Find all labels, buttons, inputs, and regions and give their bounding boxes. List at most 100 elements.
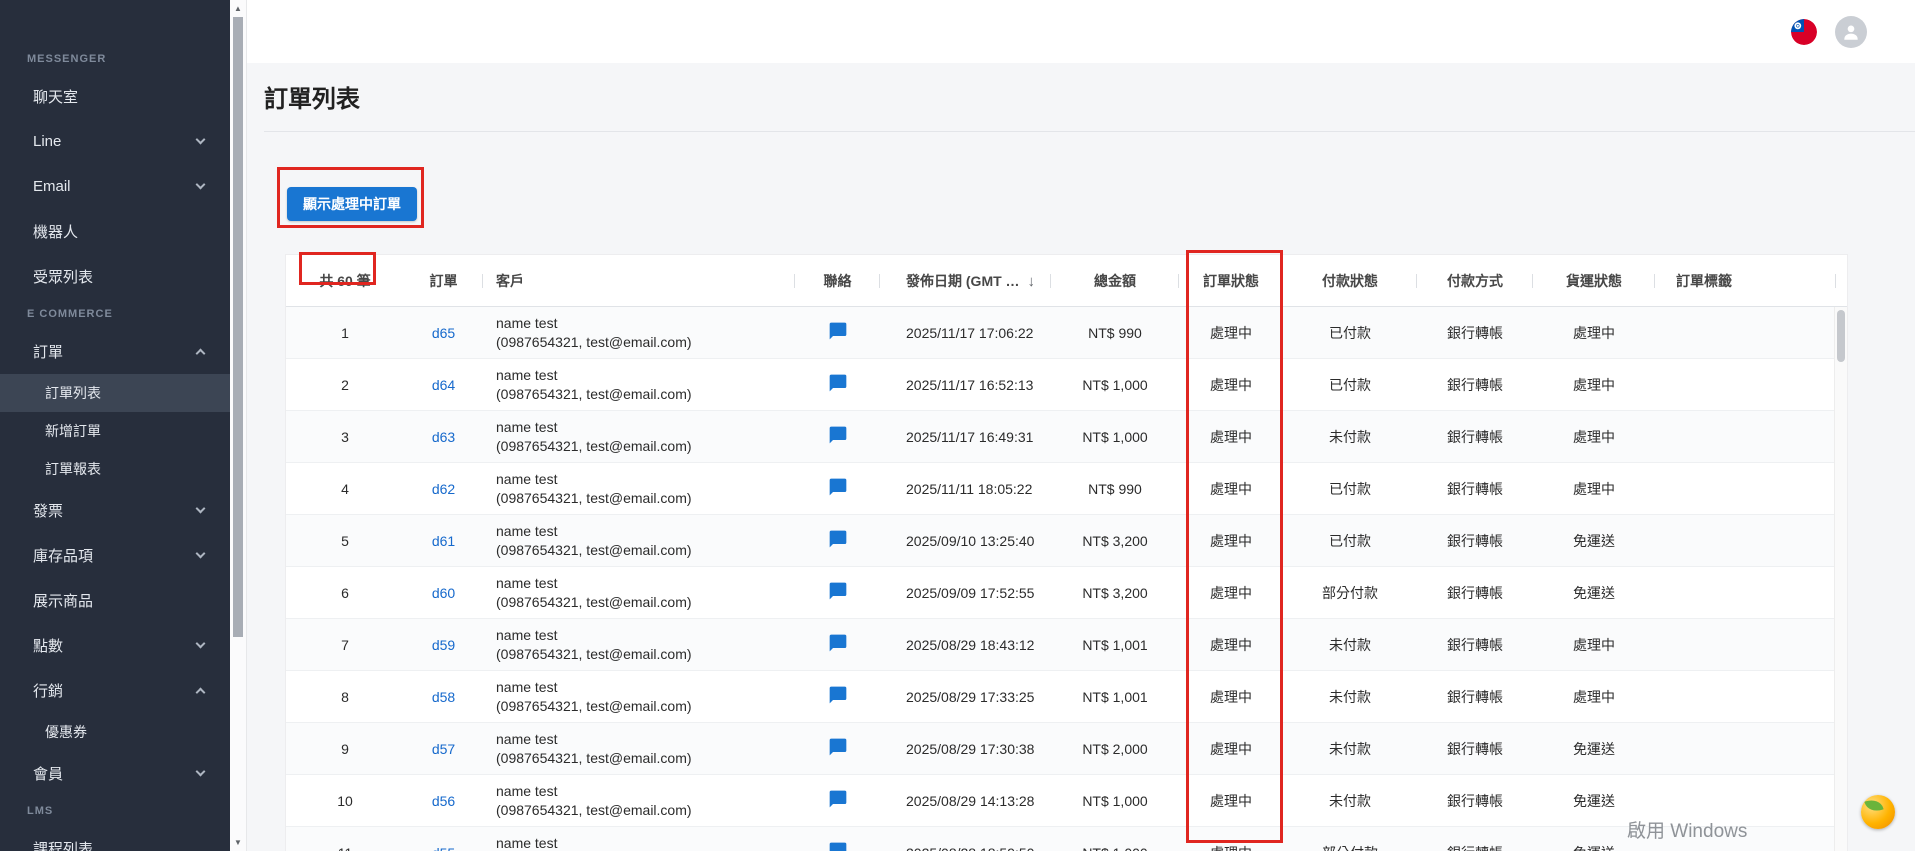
user-avatar-button[interactable] <box>1835 16 1867 48</box>
column-header-tags[interactable]: 訂單標籤 <box>1655 255 1836 307</box>
column-header-customer[interactable]: 客戶 <box>483 255 795 307</box>
customer-cell: name test (0987654321, test@email.com) <box>483 366 795 404</box>
sidebar-item-orders[interactable]: 訂單 <box>0 329 230 374</box>
order-link[interactable]: d56 <box>432 793 455 809</box>
payment-status-cell: 已付款 <box>1283 479 1417 499</box>
customer-contact: (0987654321, test@email.com) <box>496 541 795 560</box>
sidebar-item-members[interactable]: 會員 <box>0 751 230 796</box>
sidebar-item-order-list[interactable]: 訂單列表 <box>0 374 230 412</box>
sidebar-item-invoice[interactable]: 發票 <box>0 488 230 533</box>
table-row[interactable]: 7 d59 name test (0987654321, test@email.… <box>286 619 1847 671</box>
column-header-payment-status[interactable]: 付款狀態 <box>1283 255 1417 307</box>
chat-bubble-icon[interactable] <box>828 841 848 851</box>
chat-bubble-icon[interactable] <box>828 373 848 393</box>
customer-cell: name test (0987654321, test@email.com) <box>483 314 795 352</box>
column-header-date[interactable]: 發佈日期 (GMT … ↓ <box>880 255 1051 307</box>
customer-contact: (0987654321, test@email.com) <box>496 437 795 456</box>
order-status-cell: 處理中 <box>1179 479 1283 499</box>
date-cell: 2025/08/28 18:59:50 <box>880 845 1051 851</box>
order-link[interactable]: d61 <box>432 533 455 549</box>
contact-cell <box>795 321 880 344</box>
order-link[interactable]: d58 <box>432 689 455 705</box>
table-scrollbar[interactable] <box>1834 307 1847 851</box>
customer-name: name test <box>496 730 795 749</box>
table-row[interactable]: 9 d57 name test (0987654321, test@email.… <box>286 723 1847 775</box>
date-cell: 2025/11/11 18:05:22 <box>880 481 1051 497</box>
row-index: 2 <box>286 377 404 393</box>
customer-cell: name test (0987654321, test@email.com) <box>483 782 795 820</box>
payment-status-cell: 未付款 <box>1283 687 1417 707</box>
shipping-status-cell: 處理中 <box>1533 479 1655 499</box>
column-header-shipping-status[interactable]: 貨運狀態 <box>1533 255 1655 307</box>
table-row[interactable]: 6 d60 name test (0987654321, test@email.… <box>286 567 1847 619</box>
chat-bubble-icon[interactable] <box>828 321 848 341</box>
sidebar-item-points[interactable]: 點數 <box>0 623 230 668</box>
scrollbar-thumb[interactable] <box>1837 310 1845 362</box>
sidebar-item-add-order[interactable]: 新增訂單 <box>0 412 230 450</box>
column-header-order[interactable]: 訂單 <box>404 255 483 307</box>
order-link[interactable]: d65 <box>432 325 455 341</box>
leaf-icon <box>1864 797 1883 814</box>
order-link[interactable]: d63 <box>432 429 455 445</box>
chat-bubble-icon[interactable] <box>828 581 848 601</box>
sidebar-item-course-list[interactable]: 課程列表 <box>0 826 230 851</box>
payment-method-cell: 銀行轉帳 <box>1417 583 1533 603</box>
shipping-status-cell: 處理中 <box>1533 687 1655 707</box>
table-row[interactable]: 11 d55 name test (0987654321, test@email… <box>286 827 1847 851</box>
table-row[interactable]: 4 d62 name test (0987654321, test@email.… <box>286 463 1847 515</box>
sidebar-item-order-report[interactable]: 訂單報表 <box>0 450 230 488</box>
sidebar-scrollbar[interactable]: ▲ ▼ <box>230 0 247 851</box>
customer-cell: name test (0987654321, test@email.com) <box>483 522 795 560</box>
sidebar-item-audience-list[interactable]: 受眾列表 <box>0 254 230 299</box>
table-row[interactable]: 10 d56 name test (0987654321, test@email… <box>286 775 1847 827</box>
sidebar-item-marketing[interactable]: 行銷 <box>0 668 230 713</box>
order-link[interactable]: d62 <box>432 481 455 497</box>
order-link[interactable]: d59 <box>432 637 455 653</box>
contact-cell <box>795 685 880 708</box>
table-row[interactable]: 2 d64 name test (0987654321, test@email.… <box>286 359 1847 411</box>
show-processing-orders-button[interactable]: 顯示處理中訂單 <box>287 187 417 221</box>
floating-widget-icon[interactable] <box>1861 795 1895 829</box>
sidebar-item-email[interactable]: Email <box>0 164 230 209</box>
table-row[interactable]: 8 d58 name test (0987654321, test@email.… <box>286 671 1847 723</box>
order-link[interactable]: d57 <box>432 741 455 757</box>
sidebar-item-inventory[interactable]: 庫存品項 <box>0 533 230 578</box>
column-header-payment-method[interactable]: 付款方式 <box>1417 255 1533 307</box>
sort-desc-icon[interactable]: ↓ <box>1028 273 1036 290</box>
chat-bubble-icon[interactable] <box>828 737 848 757</box>
chat-bubble-icon[interactable] <box>828 633 848 653</box>
order-link[interactable]: d60 <box>432 585 455 601</box>
scroll-up-icon[interactable]: ▲ <box>230 4 246 13</box>
table-row[interactable]: 1 d65 name test (0987654321, test@email.… <box>286 307 1847 359</box>
order-status-cell: 處理中 <box>1179 531 1283 551</box>
scrollbar-thumb[interactable] <box>233 17 243 637</box>
sidebar-item-chatroom[interactable]: 聊天室 <box>0 74 230 119</box>
language-flag-button[interactable] <box>1791 19 1817 45</box>
payment-status-cell: 已付款 <box>1283 375 1417 395</box>
column-header-amount[interactable]: 總金額 <box>1051 255 1179 307</box>
column-header-order-status[interactable]: 訂單狀態 <box>1179 255 1283 307</box>
sidebar-item-display-products[interactable]: 展示商品 <box>0 578 230 623</box>
chevron-down-icon <box>196 639 206 649</box>
amount-cell: NT$ 1,000 <box>1051 845 1179 851</box>
payment-status-cell: 已付款 <box>1283 531 1417 551</box>
payment-method-cell: 銀行轉帳 <box>1417 531 1533 551</box>
order-link[interactable]: d64 <box>432 377 455 393</box>
chat-bubble-icon[interactable] <box>828 685 848 705</box>
scroll-down-icon[interactable]: ▼ <box>230 838 246 847</box>
chat-bubble-icon[interactable] <box>828 529 848 549</box>
sidebar-item-line[interactable]: Line <box>0 119 230 164</box>
shipping-status-cell: 處理中 <box>1533 427 1655 447</box>
sidebar-item-coupons[interactable]: 優惠券 <box>0 713 230 751</box>
table-row[interactable]: 5 d61 name test (0987654321, test@email.… <box>286 515 1847 567</box>
order-status-cell: 處理中 <box>1179 843 1283 851</box>
chat-bubble-icon[interactable] <box>828 425 848 445</box>
user-icon <box>1841 22 1861 42</box>
order-link[interactable]: d55 <box>432 845 455 851</box>
payment-method-cell: 銀行轉帳 <box>1417 323 1533 343</box>
chat-bubble-icon[interactable] <box>828 789 848 809</box>
column-header-contact[interactable]: 聯絡 <box>795 255 880 307</box>
chat-bubble-icon[interactable] <box>828 477 848 497</box>
sidebar-item-bot[interactable]: 機器人 <box>0 209 230 254</box>
table-row[interactable]: 3 d63 name test (0987654321, test@email.… <box>286 411 1847 463</box>
